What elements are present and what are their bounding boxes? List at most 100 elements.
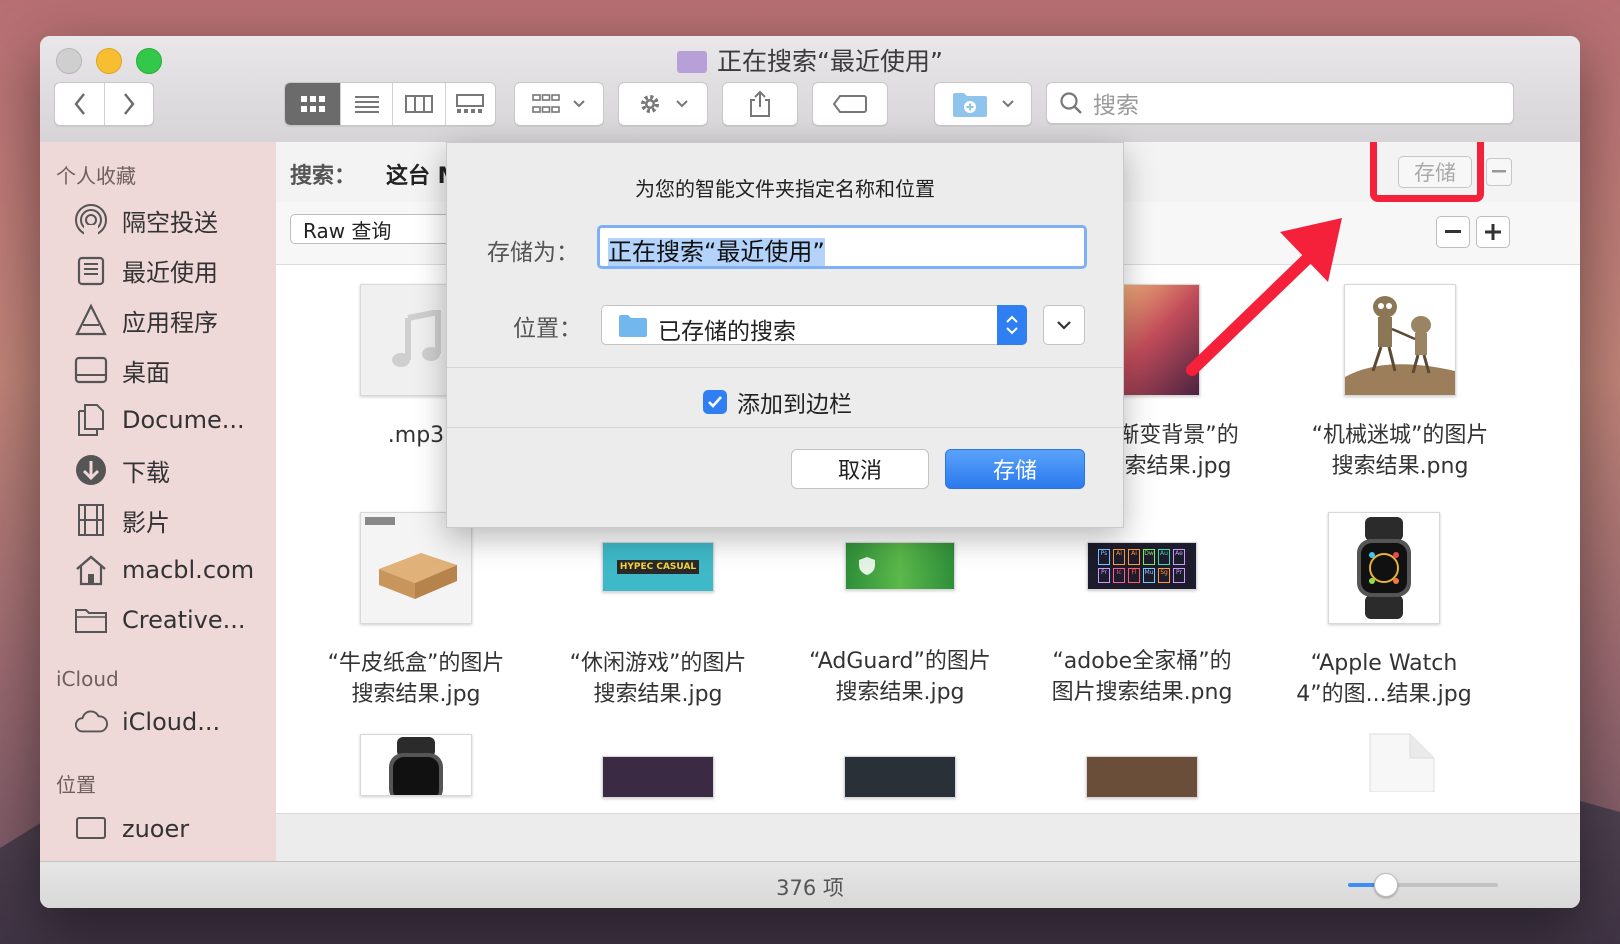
remove-scope-button[interactable] (1486, 158, 1512, 186)
save-as-field[interactable]: 正在搜索“最近使用” (597, 225, 1087, 269)
tag-icon (832, 95, 867, 113)
file-name-line1: “牛皮纸盒”的图片 (327, 651, 505, 676)
adobe-app-tile: Ai (1128, 549, 1140, 565)
search-icon (1060, 92, 1082, 114)
adobe-app-tile: Mu (1143, 567, 1155, 583)
action-button[interactable] (618, 82, 708, 126)
tags-button[interactable] (812, 82, 888, 126)
save-as-value: 正在搜索“最近使用” (608, 238, 825, 266)
watch-thumbnail (360, 734, 472, 796)
recents-icon (74, 253, 108, 287)
chevron-down-icon (1057, 321, 1071, 330)
add-to-sidebar-checkbox[interactable]: 添加到边栏 (703, 385, 852, 419)
box-thumbnail (360, 512, 472, 624)
updown-chevron-icon (1006, 315, 1018, 335)
location-label: 位置： (513, 316, 582, 342)
chevron-down-icon (676, 100, 688, 108)
sidebar-item-airdrop[interactable]: 隔空投送 (40, 195, 276, 245)
list-view-button[interactable] (341, 83, 394, 125)
criteria-select[interactable]: Raw 查询 (290, 214, 460, 244)
adobe-app-tile: Ic (1113, 567, 1125, 583)
search-field[interactable]: 搜索 (1046, 82, 1514, 124)
sidebar-item-creative[interactable]: Creative... (40, 595, 276, 645)
save-smart-folder-sheet: 为您的智能文件夹指定名称和位置 存储为： 正在搜索“最近使用” 位置： 已存储的… (446, 142, 1124, 528)
adobe-app-tile: Ai (1113, 549, 1125, 565)
arrange-grid-icon (532, 94, 560, 113)
file-name-line1: 渐变背景”的 (1117, 423, 1239, 448)
adobe-app-tile: Fl (1128, 567, 1140, 583)
cloud-icon (74, 705, 108, 739)
list-icon (354, 96, 379, 113)
casual-game-thumbnail: HYPEC CASUAL (602, 542, 714, 592)
file-item[interactable]: HYPEC CASUAL “休闲游戏”的图片 搜索结果.jpg (538, 512, 778, 710)
gallery-view-button[interactable] (446, 83, 495, 125)
window-title: 正在搜索“最近使用” (40, 42, 1580, 78)
file-item[interactable] (1278, 732, 1518, 796)
slider-knob[interactable] (1374, 873, 1398, 897)
game-thumbnail (602, 756, 714, 798)
share-button[interactable] (722, 82, 798, 126)
file-item[interactable]: “AdGuard”的图片 搜索结果.jpg (780, 512, 1020, 708)
downloads-icon (74, 453, 108, 487)
file-item[interactable] (1022, 756, 1262, 798)
sidebar-item-label: 影片 (122, 508, 170, 537)
file-item[interactable] (538, 756, 778, 798)
new-folder-menu-button[interactable] (934, 82, 1032, 126)
icloud-header: iCloud (56, 667, 119, 691)
sidebar-item-home[interactable]: macbl.com (40, 545, 276, 595)
file-item[interactable]: “Apple Watch 4”的图...结果.jpg (1264, 512, 1504, 710)
gallery-icon (456, 94, 485, 113)
adobe-app-tile: Pr (1098, 567, 1110, 583)
adobe-app-tile: Au (1158, 549, 1170, 565)
sidebar-item-downloads[interactable]: 下载 (40, 445, 276, 495)
search-placeholder: 搜索 (1093, 93, 1139, 119)
sidebar-item-documents[interactable]: Docume... (40, 395, 276, 445)
locations-header: 位置 (56, 773, 96, 797)
apple-watch-image (389, 737, 443, 795)
cancel-button[interactable]: 取消 (791, 449, 929, 489)
minus-icon (1492, 170, 1506, 173)
expand-location-button[interactable] (1043, 305, 1085, 345)
sidebar-item-label: iCloud... (122, 708, 221, 736)
scope-label: 搜索： (290, 164, 357, 189)
file-item[interactable] (780, 756, 1020, 798)
group-by-button[interactable] (514, 82, 604, 126)
file-item[interactable]: Ps Ai Ai Dw Au Ae Pr Ic Fl Mu Sg Pr “ado… (1022, 512, 1262, 708)
sidebar-item-recents[interactable]: 最近使用 (40, 245, 276, 295)
sidebar-item-desktop[interactable]: 桌面 (40, 345, 276, 395)
home-icon (74, 553, 108, 587)
music-note-icon (392, 310, 441, 367)
popup-stepper (997, 305, 1027, 345)
adguard-thumbnail (845, 542, 955, 590)
save-highlight-box (1370, 142, 1484, 202)
location-popup[interactable]: 已存储的搜索 (601, 305, 1027, 345)
column-view-button[interactable] (393, 83, 446, 125)
forward-button[interactable] (105, 83, 153, 125)
sidebar-item-icloud-drive[interactable]: iCloud... (40, 697, 276, 747)
airdrop-icon (74, 203, 108, 237)
add-criteria-button[interactable] (1476, 216, 1510, 248)
divider (447, 367, 1123, 368)
file-name-line2: 搜索结果.jpg (835, 680, 965, 705)
file-name-line2: 搜索结果.jpg (351, 682, 481, 707)
icon-view-button[interactable] (285, 83, 342, 125)
save-button[interactable]: 存储 (945, 449, 1085, 489)
file-item[interactable]: “牛皮纸盒”的图片 搜索结果.jpg (296, 512, 536, 710)
file-name-line2: 搜索结果.png (1331, 454, 1469, 479)
sidebar-item-zuoer[interactable]: zuoer (40, 804, 276, 854)
folder-icon (74, 603, 108, 637)
sidebar-item-label: 应用程序 (122, 308, 218, 337)
sidebar-item-label: zuoer (122, 815, 190, 843)
document-icon (1369, 733, 1435, 793)
sidebar-item-movies[interactable]: 影片 (40, 495, 276, 545)
checkbox-checked-icon (703, 390, 727, 414)
shield-icon (859, 557, 875, 575)
folder-add-icon (953, 93, 987, 117)
back-button[interactable] (56, 83, 105, 125)
app-thumbnail (844, 756, 956, 798)
icon-size-slider[interactable] (1348, 873, 1498, 897)
sidebar-item-label: macbl.com (122, 556, 255, 584)
remove-criteria-button[interactable] (1436, 216, 1470, 248)
file-item[interactable] (296, 734, 536, 796)
sidebar-item-applications[interactable]: 应用程序 (40, 295, 276, 345)
